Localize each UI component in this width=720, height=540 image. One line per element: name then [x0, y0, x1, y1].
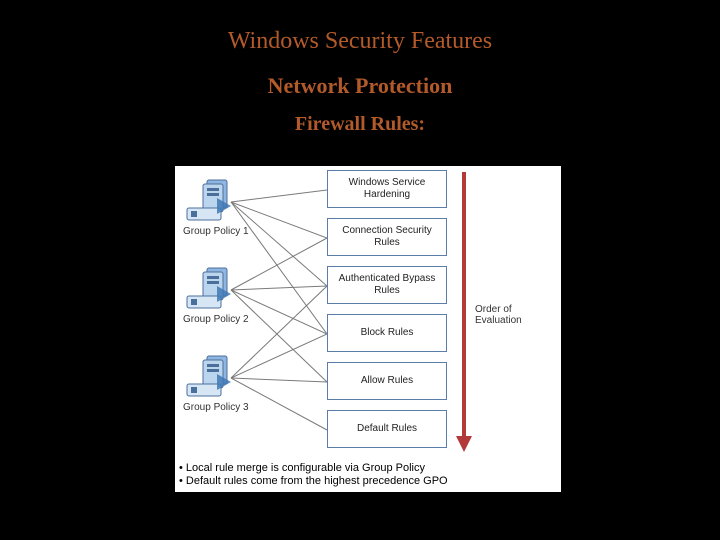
rule-box: Connection Security Rules — [327, 218, 447, 256]
rules-column: Windows Service Hardening Connection Sec… — [327, 170, 447, 458]
rule-box: Default Rules — [327, 410, 447, 448]
evaluation-label: Order of Evaluation — [475, 304, 559, 326]
group-policy-label: Group Policy 1 — [183, 226, 303, 237]
rule-box: Windows Service Hardening — [327, 170, 447, 208]
group-policy-item: Group Policy 2 — [183, 266, 303, 325]
firewall-rules-diagram: Group Policy 1 Group Policy 2 — [175, 166, 561, 492]
slide-subsub: Firewall Rules: — [0, 113, 720, 136]
slide-title: Windows Security Features — [0, 0, 720, 55]
group-policy-label: Group Policy 3 — [183, 402, 303, 413]
server-icon — [183, 178, 239, 224]
slide: Windows Security Features Network Protec… — [0, 0, 720, 540]
server-icon — [183, 266, 239, 312]
group-policy-item: Group Policy 3 — [183, 354, 303, 413]
note-item: Default rules come from the highest prec… — [179, 475, 448, 487]
rule-box: Allow Rules — [327, 362, 447, 400]
rule-box: Authenticated Bypass Rules — [327, 266, 447, 304]
server-icon — [183, 354, 239, 400]
rule-box: Block Rules — [327, 314, 447, 352]
group-policy-item: Group Policy 1 — [183, 178, 303, 237]
slide-subtitle: Network Protection — [0, 73, 720, 99]
note-item: Local rule merge is configurable via Gro… — [179, 462, 448, 474]
evaluation-arrow-icon — [457, 172, 471, 452]
notes-list: Local rule merge is configurable via Gro… — [179, 461, 448, 488]
group-policy-label: Group Policy 2 — [183, 314, 303, 325]
